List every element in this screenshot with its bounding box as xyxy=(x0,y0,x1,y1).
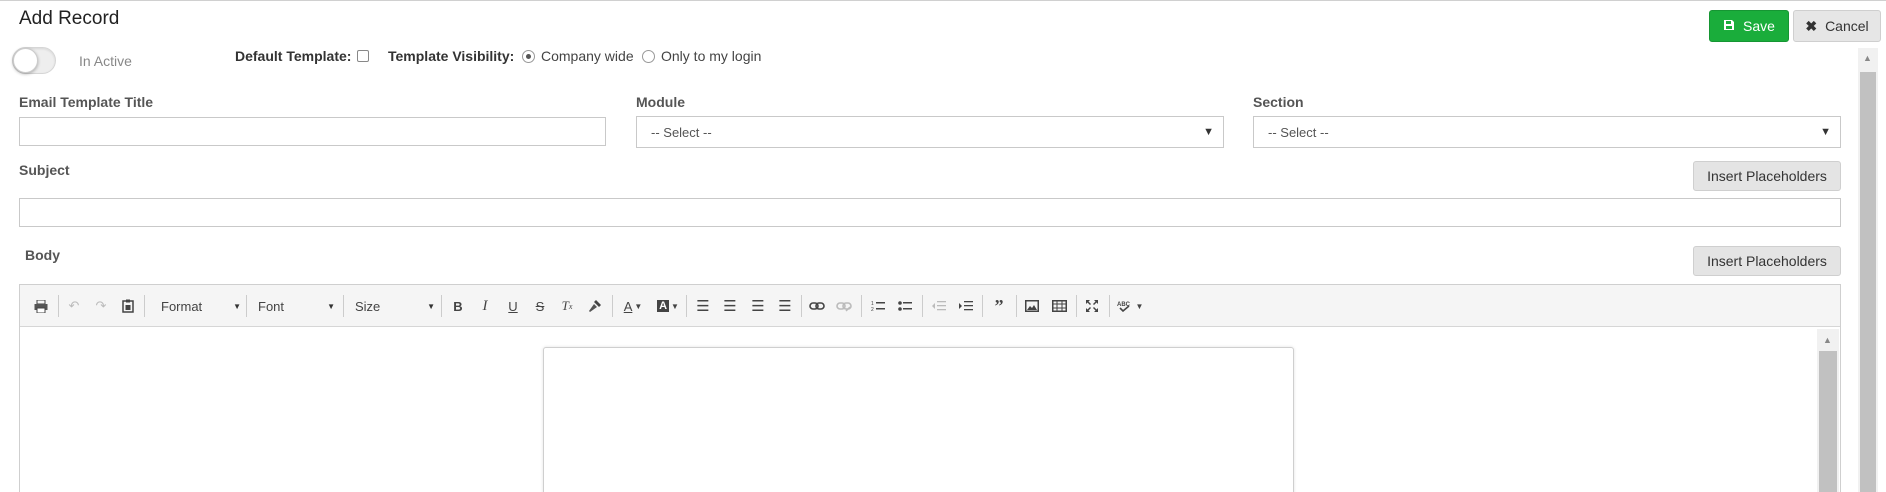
link-icon[interactable] xyxy=(808,296,826,316)
chevron-down-icon: ▼ xyxy=(427,302,435,311)
default-template-group: Default Template: xyxy=(235,48,370,64)
editor-content-area[interactable]: ▲ xyxy=(20,328,1840,492)
toggle-label: In Active xyxy=(79,53,132,69)
chevron-down-icon: ▼ xyxy=(233,302,241,311)
paste-text-icon[interactable] xyxy=(119,296,137,316)
default-template-checkbox[interactable] xyxy=(357,50,370,62)
copy-formatting-icon[interactable] xyxy=(586,296,604,316)
remove-format-icon[interactable]: Tx xyxy=(558,296,576,316)
redo-icon[interactable]: ↷ xyxy=(92,296,110,316)
body-insert-placeholders-button[interactable]: Insert Placeholders xyxy=(1693,246,1841,276)
size-dropdown[interactable]: Size ▼ xyxy=(355,296,435,316)
blockquote-icon[interactable]: ” xyxy=(989,296,1009,316)
radio-company-wide-button[interactable] xyxy=(522,49,535,63)
format-dropdown-label: Format xyxy=(161,298,203,314)
toggle-knob xyxy=(13,48,38,73)
body-label: Body xyxy=(25,247,60,263)
size-dropdown-label: Size xyxy=(355,298,381,314)
align-center-icon[interactable]: ☰ xyxy=(721,296,739,316)
spell-check-icon[interactable]: ABC ▼ xyxy=(1116,296,1144,316)
table-icon[interactable] xyxy=(1050,296,1068,316)
template-visibility-label: Template Visibility: xyxy=(388,48,515,64)
text-color-icon[interactable]: A ▼ xyxy=(620,296,646,316)
module-label: Module xyxy=(636,94,685,110)
align-left-icon[interactable]: ☰ xyxy=(694,296,712,316)
align-right-icon[interactable]: ☰ xyxy=(749,296,767,316)
page-scrollbar[interactable]: ▲ xyxy=(1858,48,1878,492)
rich-text-editor: ↶ ↷ Format ▼ Font ▼ Size ▼ B I U S Tx A ▼ A ▼… xyxy=(19,284,1841,492)
save-button-label: Save xyxy=(1743,18,1775,34)
editor-page[interactable] xyxy=(543,347,1294,492)
top-divider xyxy=(0,0,1886,1)
module-select[interactable]: -- Select -- ▼ xyxy=(636,116,1224,148)
radio-only-my-login[interactable]: Only to my login xyxy=(642,48,761,64)
format-dropdown[interactable]: Format ▼ xyxy=(161,296,241,316)
bold-icon[interactable]: B xyxy=(449,296,467,316)
strikethrough-icon[interactable]: S xyxy=(531,296,549,316)
email-template-title-label: Email Template Title xyxy=(19,94,154,110)
radio-only-my-login-label: Only to my login xyxy=(661,48,762,64)
italic-icon[interactable]: I xyxy=(476,296,494,316)
editor-toolbar: ↶ ↷ Format ▼ Font ▼ Size ▼ B I U S Tx A ▼ A ▼… xyxy=(20,285,1840,327)
justify-icon[interactable]: ☰ xyxy=(776,296,794,316)
section-select-value: -- Select -- xyxy=(1268,124,1329,140)
decrease-indent-icon[interactable] xyxy=(930,296,948,316)
default-template-label: Default Template: xyxy=(235,48,352,64)
module-select-value: -- Select -- xyxy=(651,124,712,140)
font-dropdown-label: Font xyxy=(258,298,285,314)
image-icon[interactable] xyxy=(1023,296,1041,316)
active-toggle[interactable] xyxy=(12,47,56,74)
unlink-icon[interactable] xyxy=(835,296,853,316)
background-color-icon[interactable]: A ▼ xyxy=(655,296,681,316)
subject-insert-placeholders-button[interactable]: Insert Placeholders xyxy=(1693,161,1841,191)
cancel-button[interactable]: ✖ Cancel xyxy=(1793,10,1881,42)
editor-scroll-thumb[interactable] xyxy=(1819,351,1837,492)
chevron-down-icon: ▼ xyxy=(327,302,335,311)
email-template-title-input[interactable] xyxy=(19,117,606,146)
radio-company-wide-label: Company wide xyxy=(541,48,634,64)
save-button[interactable]: Save xyxy=(1709,10,1789,42)
undo-icon[interactable]: ↶ xyxy=(65,296,83,316)
maximize-icon[interactable] xyxy=(1083,296,1101,316)
font-dropdown[interactable]: Font ▼ xyxy=(258,296,335,316)
cancel-button-label: Cancel xyxy=(1825,18,1869,34)
subject-input[interactable] xyxy=(19,198,1841,227)
scroll-up-icon[interactable]: ▲ xyxy=(1823,335,1832,345)
numbered-list-icon[interactable]: 12 xyxy=(869,296,887,316)
increase-indent-icon[interactable] xyxy=(957,296,975,316)
radio-only-my-login-button[interactable] xyxy=(642,49,655,63)
page-scroll-thumb[interactable] xyxy=(1860,72,1876,492)
save-icon xyxy=(1723,18,1735,34)
scroll-up-icon[interactable]: ▲ xyxy=(1863,53,1872,63)
caret-down-icon: ▼ xyxy=(1203,126,1214,138)
editor-scrollbar[interactable]: ▲ xyxy=(1817,329,1839,492)
bulleted-list-icon[interactable] xyxy=(896,296,914,316)
section-label: Section xyxy=(1253,94,1304,110)
caret-down-icon: ▼ xyxy=(1820,126,1831,138)
svg-text:2: 2 xyxy=(871,307,874,312)
radio-company-wide[interactable]: Company wide xyxy=(522,48,634,64)
print-icon[interactable] xyxy=(32,296,50,316)
template-visibility-group: Template Visibility: xyxy=(388,48,514,64)
underline-icon[interactable]: U xyxy=(504,296,522,316)
section-select[interactable]: -- Select -- ▼ xyxy=(1253,116,1841,148)
subject-label: Subject xyxy=(19,162,70,178)
close-icon: ✖ xyxy=(1805,17,1818,34)
page-title: Add Record xyxy=(19,8,120,29)
